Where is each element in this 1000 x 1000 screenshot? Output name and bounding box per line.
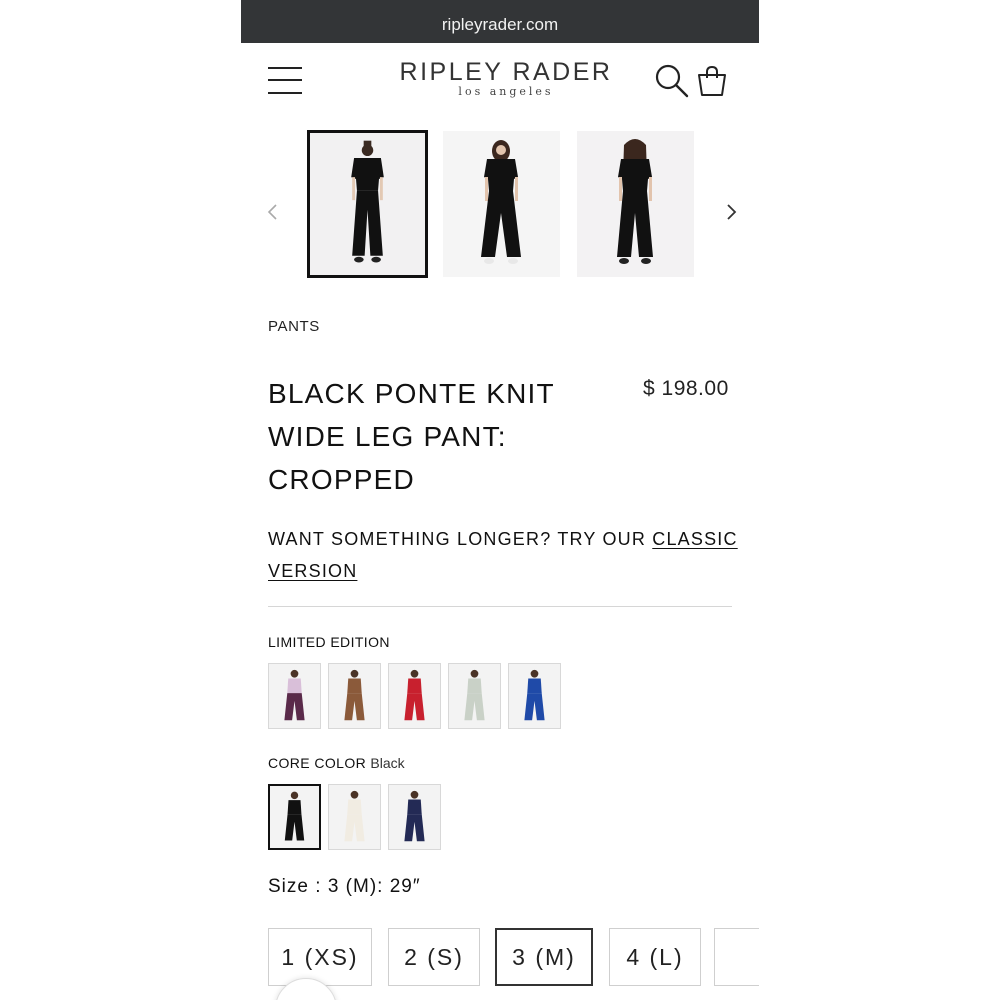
limited-edition-swatch[interactable] <box>508 663 561 729</box>
core-color-heading: CORE COLOR <box>268 755 367 771</box>
limited-edition-swatch[interactable] <box>268 663 321 729</box>
core-color-swatch[interactable] <box>388 784 441 850</box>
shopping-bag-icon[interactable] <box>696 65 728 97</box>
size-option-button[interactable]: 2 (S) <box>388 928 480 986</box>
size-value: 3 (M): 29″ <box>327 876 421 897</box>
longer-version-promo: WANT SOMETHING LONGER? TRY OUR CLASSIC V… <box>268 523 738 587</box>
browser-url-bar[interactable]: ripleyrader.com <box>241 0 759 43</box>
limited-edition-swatch[interactable] <box>448 663 501 729</box>
size-separator: : <box>308 876 328 897</box>
logo-sub-text: los angeles <box>458 85 554 98</box>
logo-main-text: RIPLEY RADER <box>399 58 613 86</box>
product-price: $ 198.00 <box>643 377 729 400</box>
size-heading: Size <box>268 876 309 897</box>
chevron-right-icon[interactable] <box>721 200 741 224</box>
size-selection-label: Size : 3 (M): 29″ <box>268 876 421 898</box>
chevron-left-icon[interactable] <box>263 200 283 224</box>
site-header: RIPLEY RADER los angeles <box>241 43 759 123</box>
limited-edition-swatch[interactable] <box>388 663 441 729</box>
product-title: BLACK PONTE KNIT WIDE LEG PANT: CROPPED <box>268 378 555 495</box>
menu-icon[interactable] <box>268 66 302 96</box>
size-option-button[interactable]: 4 (L) <box>609 928 701 986</box>
size-option-button[interactable]: 3 (M) <box>495 928 593 986</box>
product-thumbnail[interactable] <box>443 131 560 277</box>
phone-screen: ripleyrader.com RIPLEY RADER los angeles <box>241 0 759 1000</box>
size-option-button[interactable]: 1 (XS) <box>268 928 372 986</box>
product-thumbnail[interactable] <box>307 130 428 278</box>
promo-bold-text: WANT SOMETHING LONGER? <box>268 529 552 549</box>
promo-text: TRY OUR <box>551 529 653 549</box>
search-icon[interactable] <box>654 63 690 99</box>
core-color-swatch[interactable] <box>268 784 321 850</box>
limited-edition-swatch[interactable] <box>328 663 381 729</box>
url-text: ripleyrader.com <box>441 15 559 34</box>
core-color-label: CORE COLOR Black <box>268 755 405 771</box>
limited-edition-label: LIMITED EDITION <box>268 634 390 650</box>
brand-logo[interactable]: RIPLEY RADER los angeles <box>361 58 651 98</box>
divider <box>268 606 732 607</box>
size-option-partial[interactable] <box>714 928 759 986</box>
core-color-value: Black <box>370 755 405 771</box>
core-color-swatch[interactable] <box>328 784 381 850</box>
product-thumbnail[interactable] <box>577 131 694 277</box>
product-category[interactable]: PANTS <box>268 318 320 335</box>
